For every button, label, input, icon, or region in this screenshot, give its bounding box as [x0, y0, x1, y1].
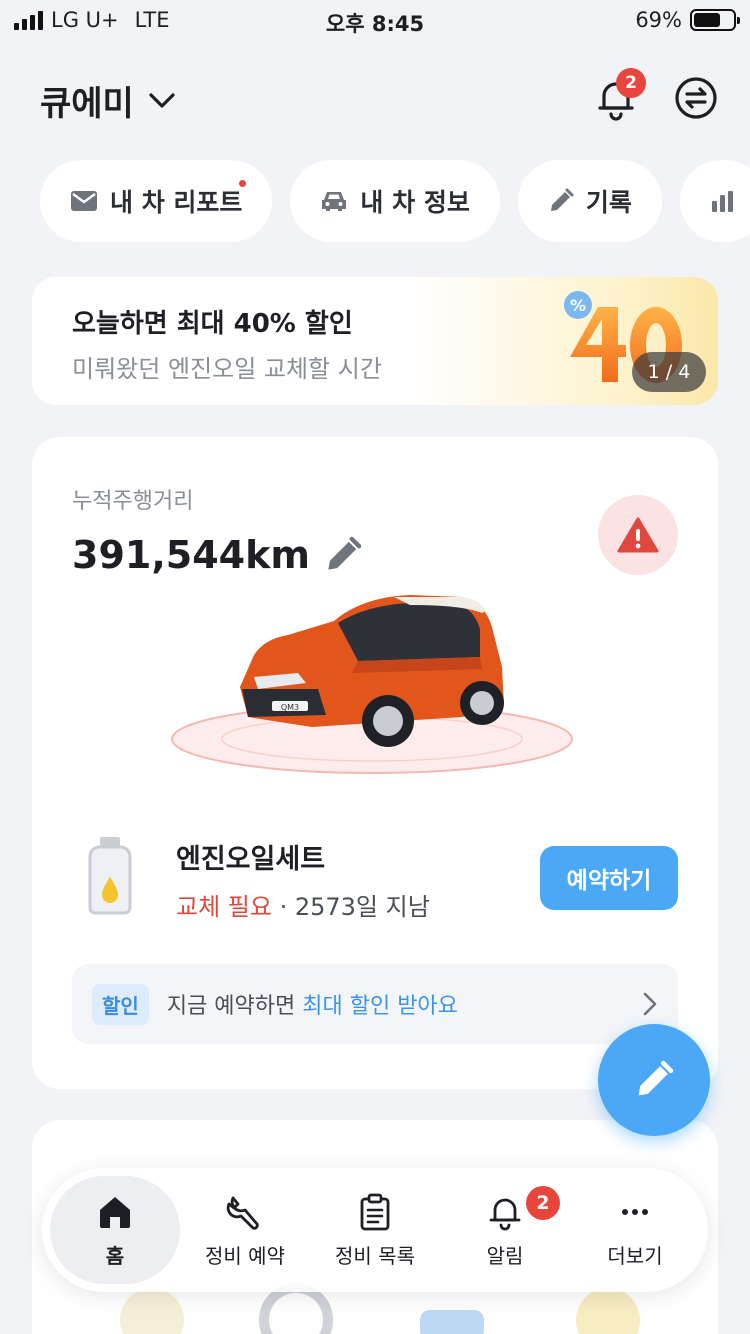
home-icon: [100, 1196, 130, 1228]
mail-icon: [71, 191, 97, 211]
car-name-label: 큐에미: [40, 84, 134, 124]
svg-text:%: %: [570, 296, 586, 315]
tab-label: 더보기: [607, 1243, 663, 1268]
maintenance-item-title: 엔진오일세트: [176, 844, 326, 875]
status-right: 69%: [635, 8, 740, 32]
status-bar: LG U+ LTE 오후 8:45 69%: [0, 0, 750, 44]
wrench-icon: [226, 1196, 259, 1230]
chip-statistics[interactable]: [679, 160, 750, 242]
odometer-row: 391,544km: [72, 533, 362, 577]
status-separator: ·: [271, 893, 295, 921]
tab-label: 정비 예약: [205, 1243, 285, 1268]
chip-car-info[interactable]: 내 차 정보: [290, 160, 500, 242]
tab-label: 알림: [486, 1243, 524, 1268]
notification-button[interactable]: 2: [592, 68, 646, 122]
pencil-icon: [550, 188, 574, 211]
license-plate: QM3: [281, 703, 299, 712]
quick-menu-chips: 내 차 리포트 내 차 정보 기록: [40, 160, 750, 242]
car-icon: [322, 192, 347, 211]
tab-label: 홈: [105, 1243, 125, 1268]
tab-maintenance-booking[interactable]: 정비 예약: [180, 1176, 310, 1284]
chevron-right-icon: [643, 992, 657, 1016]
chip-label: 기록: [585, 188, 632, 217]
banner-pager: 1 / 4: [632, 352, 706, 392]
bell-icon: [489, 1198, 521, 1230]
tab-label: 정비 목록: [335, 1243, 415, 1268]
battery-icon: [690, 9, 740, 31]
reserve-button[interactable]: 예약하기: [540, 846, 678, 910]
tab-more[interactable]: 더보기: [570, 1176, 700, 1284]
discount-text: 지금 예약하면 최대 할인 받아요: [167, 988, 458, 1020]
warning-button[interactable]: [598, 495, 678, 575]
new-dot: [239, 180, 247, 187]
notification-badge: 2: [616, 68, 646, 98]
clipboard-icon: [360, 1193, 390, 1230]
vehicle-card: 누적주행거리 391,544km QM3 엔진오일세트 교체 필요 · 2573…: [32, 437, 718, 1089]
battery-percent: 69%: [635, 8, 682, 32]
chip-records[interactable]: 기록: [517, 160, 662, 242]
discount-text-prefix: 지금 예약하면: [166, 994, 303, 1019]
maintenance-status: 교체 필요 · 2573일 지남: [176, 887, 430, 922]
status-need-replacement: 교체 필요: [176, 893, 272, 921]
banner-title: 오늘하면 최대 40% 할인: [72, 309, 353, 339]
bottom-tab-bar: 홈 정비 예약 정비 목록 알림 2 더보기: [42, 1168, 708, 1292]
status-elapsed: 2573일 지남: [294, 893, 430, 921]
banner-subtitle: 미뤄왔던 엔진오일 교체할 시간: [72, 355, 382, 383]
more-icon: [622, 1208, 648, 1215]
engine-oil-icon: [88, 837, 132, 915]
chevron-down-icon: [149, 92, 175, 108]
car-selector[interactable]: 큐에미: [40, 76, 176, 125]
chip-car-report[interactable]: 내 차 리포트: [40, 160, 273, 242]
switch-car-button[interactable]: [672, 74, 720, 122]
odometer-value: 391,544km: [72, 533, 310, 577]
promo-banner[interactable]: 오늘하면 최대 40% 할인 미뤄왔던 엔진오일 교체할 시간 % 1 / 4: [32, 277, 718, 405]
edit-pencil-icon[interactable]: [324, 536, 362, 574]
chip-label: 내 차 정보: [360, 188, 470, 217]
tab-notifications[interactable]: 알림 2: [440, 1176, 570, 1284]
chip-label: 내 차 리포트: [110, 188, 243, 217]
notification-badge: 2: [526, 1186, 560, 1220]
odometer-label: 누적주행거리: [72, 489, 194, 514]
write-record-fab[interactable]: [598, 1024, 710, 1136]
discount-tag: 할인: [92, 983, 149, 1025]
discount-banner[interactable]: 할인 지금 예약하면 최대 할인 받아요: [72, 964, 678, 1044]
swap-icon: [675, 77, 717, 119]
tab-maintenance-list[interactable]: 정비 목록: [310, 1176, 440, 1284]
warning-icon: [617, 517, 659, 553]
discount-text-highlight: 최대 할인 받아요: [302, 994, 458, 1019]
pencil-icon: [638, 1060, 674, 1096]
app-header: 큐에미 2: [40, 68, 720, 130]
tab-home[interactable]: 홈: [50, 1176, 180, 1284]
car-illustration: QM3: [171, 595, 573, 774]
bar-chart-icon: [711, 191, 733, 212]
